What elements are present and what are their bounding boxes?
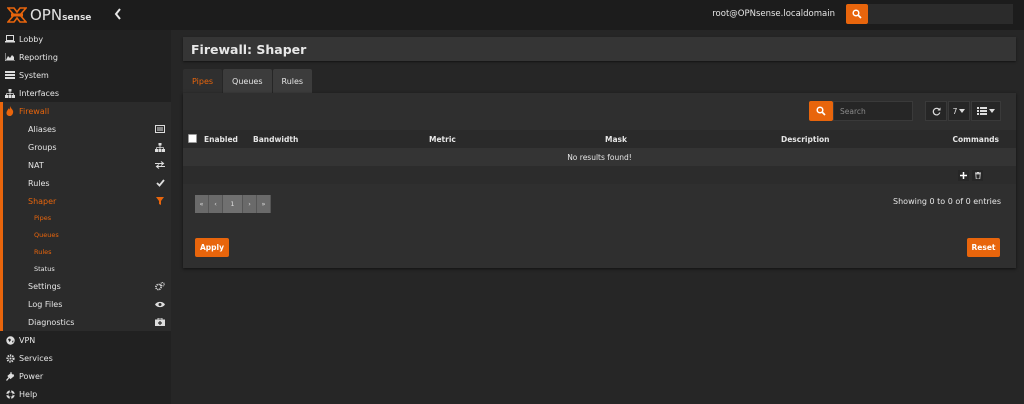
column-enabled[interactable]: Enabled [204, 135, 238, 144]
fire-icon [5, 106, 15, 116]
sidebar-item-settings[interactable]: Settings [0, 277, 171, 295]
sidebar-item-diagnostics[interactable]: Diagnostics [0, 313, 171, 331]
sidebar-item-rules[interactable]: Rules [0, 174, 171, 192]
globe-icon [5, 335, 15, 345]
search-icon [816, 106, 826, 116]
column-mask[interactable]: Mask [605, 135, 627, 144]
plus-icon [960, 172, 967, 179]
sitemap-icon [155, 142, 165, 152]
grid-search-button[interactable] [809, 101, 833, 121]
sidebar-item-lobby[interactable]: Lobby [0, 30, 171, 48]
sidebar-item-reporting[interactable]: Reporting [0, 48, 171, 66]
sidebar-item-shaper-pipes[interactable]: Pipes [0, 209, 171, 226]
sidebar-item-shaper-queues[interactable]: Queues [0, 226, 171, 243]
search-icon [852, 9, 862, 19]
next-page-button[interactable]: › [243, 195, 257, 213]
rows-per-page-dropdown[interactable]: 7 [948, 101, 970, 121]
server-icon [5, 70, 15, 80]
column-commands: Commands [952, 135, 999, 144]
tab-pipes[interactable]: Pipes [183, 69, 223, 93]
sidebar-item-aliases[interactable]: Aliases [0, 120, 171, 138]
opnsense-logo-icon [7, 7, 27, 23]
add-button[interactable] [958, 170, 969, 181]
delete-selected-button[interactable] [972, 170, 983, 181]
exchange-icon [155, 160, 165, 170]
sidebar-item-shaper[interactable]: Shaper [0, 192, 171, 210]
columns-dropdown[interactable] [971, 101, 1001, 121]
global-search-input[interactable] [868, 4, 1013, 24]
apply-button[interactable]: Apply [195, 238, 229, 257]
empty-row: No results found! [183, 148, 1016, 166]
sidebar-collapse-button[interactable] [114, 8, 126, 22]
sidebar-item-help[interactable]: Help [0, 385, 171, 403]
last-page-button[interactable]: » [257, 195, 271, 213]
sidebar-item-system[interactable]: System [0, 66, 171, 84]
column-bandwidth[interactable]: Bandwidth [253, 135, 298, 144]
global-search-button[interactable] [846, 4, 868, 24]
filter-icon [155, 196, 165, 206]
column-metric[interactable]: Metric [429, 135, 456, 144]
life-ring-icon [5, 389, 15, 399]
caret-down-icon [959, 109, 966, 113]
pagination: « ‹ 1 › » [195, 195, 271, 213]
sidebar-item-groups[interactable]: Groups [0, 138, 171, 156]
top-navbar: OPNsense root@OPNsense.localdomain [0, 0, 1024, 30]
first-page-button[interactable]: « [195, 195, 209, 213]
sidebar-item-firewall[interactable]: Firewall [0, 102, 171, 120]
check-icon [155, 178, 165, 188]
user-menu[interactable]: root@OPNsense.localdomain [712, 9, 835, 19]
medkit-icon [155, 317, 165, 327]
cogs-icon [155, 281, 165, 291]
laptop-icon [5, 34, 15, 44]
sidebar-item-services[interactable]: Services [0, 349, 171, 367]
caret-down-icon [989, 109, 995, 113]
page-title: Firewall: Shaper [183, 37, 1016, 61]
table-footer-row [183, 166, 1016, 184]
tab-rules[interactable]: Rules [272, 69, 313, 93]
area-chart-icon [5, 52, 15, 62]
list-icon [977, 107, 987, 115]
sidebar-item-nat[interactable]: NAT [0, 156, 171, 174]
sidebar-item-log-files[interactable]: Log Files [0, 295, 171, 313]
sidebar-item-shaper-rules[interactable]: Rules [0, 243, 171, 260]
chevron-left-icon [114, 8, 121, 20]
tab-bar: Pipes Queues Rules [183, 69, 313, 93]
prev-page-button[interactable]: ‹ [209, 195, 223, 213]
select-all-checkbox[interactable] [188, 134, 197, 143]
logo-text: OPNsense [30, 6, 92, 24]
cog-icon [5, 353, 15, 363]
sitemap-icon [5, 88, 15, 98]
list-alt-icon [155, 124, 165, 134]
eye-icon [155, 299, 165, 309]
sidebar-item-vpn[interactable]: VPN [0, 331, 171, 349]
refresh-button[interactable] [925, 101, 947, 121]
sidebar-item-shaper-status[interactable]: Status [0, 260, 171, 277]
sidebar-item-power[interactable]: Power [0, 367, 171, 385]
trash-icon [974, 172, 981, 179]
table-header: Enabled Bandwidth Metric Mask Descriptio… [183, 130, 1016, 148]
refresh-icon [932, 107, 940, 115]
entries-info: Showing 0 to 0 of 0 entries [893, 197, 1001, 206]
pipes-panel: Search 7 Enabled Bandwidth Metric Mask D… [183, 93, 1016, 268]
grid-search-input[interactable]: Search [833, 101, 913, 121]
reset-button[interactable]: Reset [967, 238, 1000, 257]
sidebar-item-interfaces[interactable]: Interfaces [0, 84, 171, 102]
page-1-button[interactable]: 1 [223, 195, 243, 213]
plug-icon [5, 371, 15, 381]
tab-queues[interactable]: Queues [223, 69, 272, 93]
opnsense-logo[interactable]: OPNsense [7, 6, 91, 24]
column-description[interactable]: Description [781, 135, 830, 144]
